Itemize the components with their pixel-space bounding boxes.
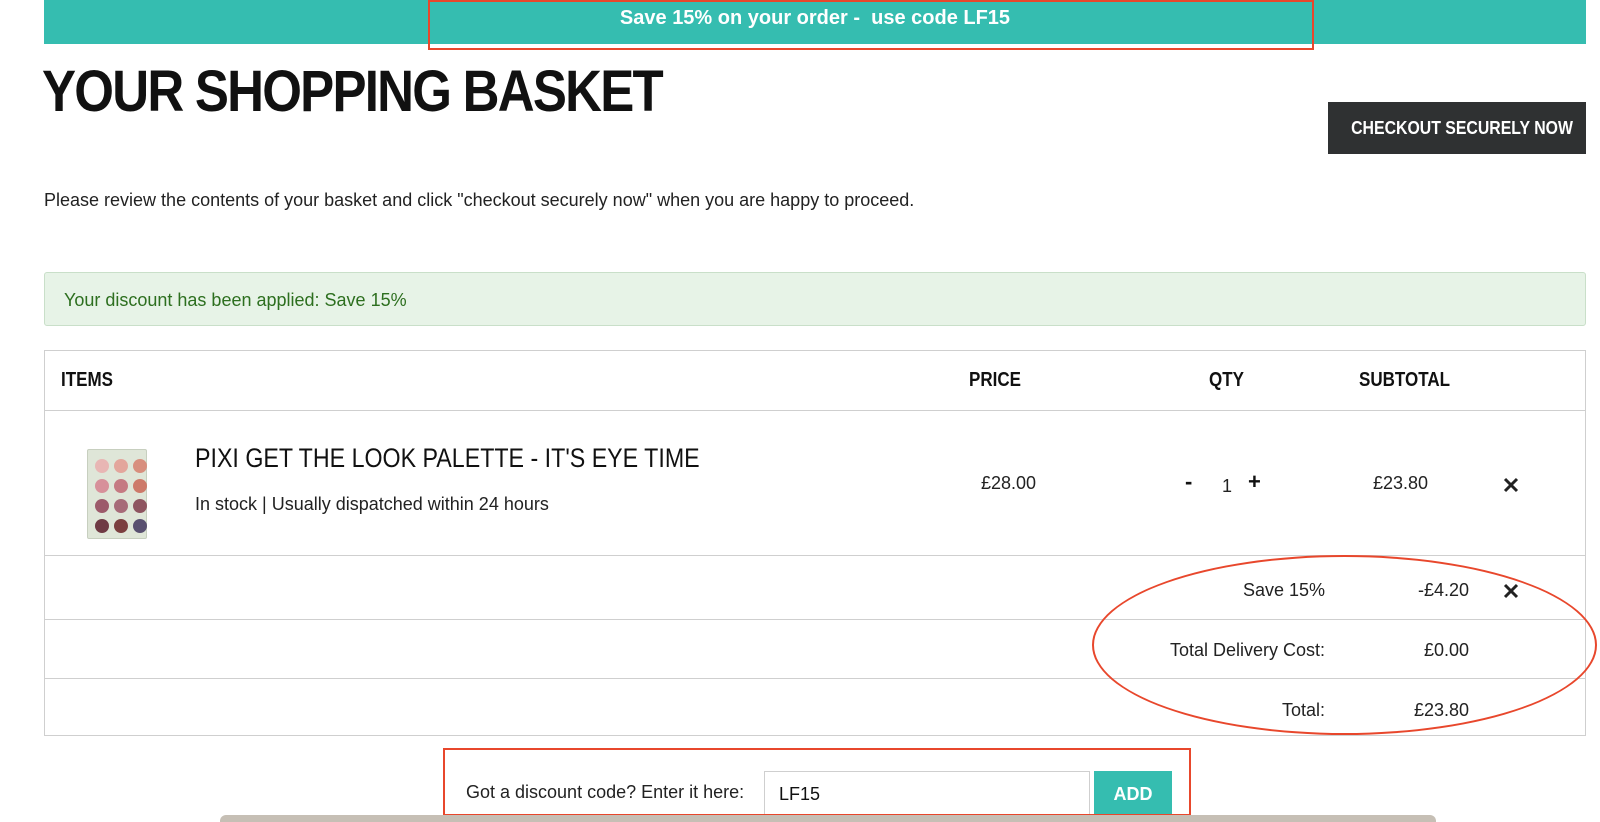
palette-swatch [114,479,128,493]
header-qty: QTY [1209,369,1244,391]
annotation-oval-totals [1092,555,1597,735]
palette-swatch [133,499,147,513]
checkout-button-label: CHECKOUT SECURELY NOW [1351,117,1573,138]
palette-swatch [133,519,147,533]
annotation-box-promo [428,0,1314,50]
palette-swatch [95,479,109,493]
product-thumbnail [87,449,147,539]
remove-item-button[interactable] [1501,475,1521,495]
header-items: ITEMS [61,369,113,391]
header-subtotal: SUBTOTAL [1359,369,1450,391]
header-price: PRICE [969,369,1021,391]
palette-swatch [114,459,128,473]
stock-status: In stock | Usually dispatched within 24 … [195,494,549,514]
palette-swatch [114,519,128,533]
row-divider [45,410,1585,411]
palette-swatch [114,499,128,513]
annotation-box-discount [443,748,1191,816]
product-subtotal: £23.80 [1373,473,1429,493]
palette-swatch [133,479,147,493]
palette-swatch [95,519,109,533]
qty-value: 1 [1222,476,1233,496]
checkout-securely-button[interactable]: CHECKOUT SECURELY NOW [1328,102,1586,154]
page-title: YOUR SHOPPING BASKET [42,59,664,124]
qty-increase-button[interactable]: + [1248,471,1261,493]
bottom-overlay-edge [220,815,1436,822]
close-icon [1503,477,1519,493]
discount-applied-alert: Your discount has been applied: Save 15% [44,272,1586,326]
palette-swatch [95,459,109,473]
product-price: £28.00 [981,473,1037,493]
intro-text: Please review the contents of your baske… [44,190,915,210]
alert-message: Your discount has been applied: Save 15% [64,290,407,310]
palette-swatch [133,459,147,473]
qty-decrease-button[interactable]: - [1185,471,1192,493]
product-name[interactable]: PIXI GET THE LOOK PALETTE - IT'S EYE TIM… [195,443,700,474]
palette-swatch [95,499,109,513]
